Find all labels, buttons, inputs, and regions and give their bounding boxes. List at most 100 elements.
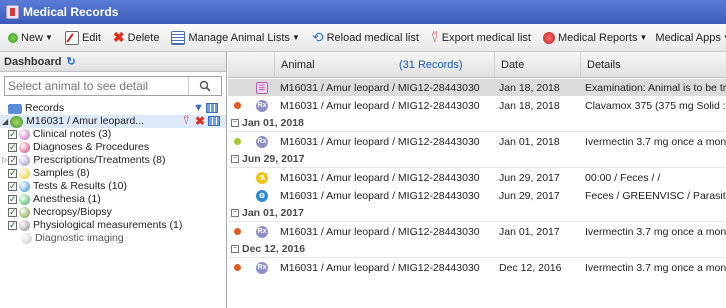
records-node[interactable]: Records ▼ [0,102,226,115]
cell-animal: M16031 / Amur leopard / MIG12-28443030 [280,189,480,202]
manage-animal-lists-button[interactable]: Manage Animal Lists ▼ [167,28,303,48]
rx-icon: Rx [256,261,268,274]
reload-medical-list-button[interactable]: ⟲ Reload medical list [308,28,423,48]
help-icon[interactable]: ↻ [66,55,75,68]
column-animal-header[interactable]: Animal (31 Records) [274,52,476,78]
category-checkbox[interactable] [8,180,17,193]
grid-icon[interactable] [208,116,220,126]
category-item[interactable]: Samples (8) [0,167,226,180]
table-row[interactable]: ☰ M16031 / Amur leopard / MIG12-28443030 J… [228,79,726,96]
date-group-header[interactable]: − Jun 29, 2017 [228,151,726,168]
category-checkbox[interactable] [8,128,17,141]
title-bar: Medical Records [0,0,726,24]
date-group-header[interactable]: − Dec 12, 2016 [228,241,726,258]
date-group-header[interactable]: − Jan 01, 2017 [228,205,726,222]
collapse-icon[interactable]: − [231,155,239,163]
remove-icon[interactable]: ✖ [195,115,205,128]
cell-animal: M16031 / Amur leopard / MIG12-28443030 [280,81,480,94]
patient-node[interactable]: ◢ M16031 / Amur leopard... ⍢ ✖ [0,115,226,128]
rx-icon: Rx [256,135,268,148]
collapse-icon[interactable]: − [231,245,239,253]
table-row[interactable]: ⚗ M16031 / Amur leopard / MIG12-28443030 J… [228,169,726,186]
expand-arrow-icon[interactable]: ▷ [2,154,7,167]
table-row[interactable]: Rx M16031 / Amur leopard / MIG12-28443030… [228,133,726,150]
category-checkbox[interactable] [8,154,18,167]
date-group-header[interactable]: − Jan 01, 2018 [228,115,726,132]
folder-icon [8,103,22,114]
collapse-arrow-icon[interactable]: ◢ [2,115,8,128]
anesthesia-icon [19,194,30,205]
cell-date: Jan 01, 2018 [499,135,560,148]
delete-button[interactable]: ✖ Delete [109,28,164,48]
grid-icon[interactable] [206,103,218,113]
medical-apps-button[interactable]: Medical Apps▼ [651,28,726,48]
new-icon [8,32,18,43]
table-row[interactable]: Rx M16031 / Amur leopard / MIG12-28443030… [228,97,726,114]
animal-search [4,76,222,96]
category-label: Tests & Results (10) [33,180,127,192]
cell-date: Jan 01, 2017 [499,225,560,238]
cell-details: Ivermectin 3.7 mg once a mon [585,261,726,274]
category-checkbox[interactable] [8,167,17,180]
group-label: Jan 01, 2017 [242,207,304,219]
group-label: Jan 01, 2018 [242,117,304,129]
category-item[interactable]: Necropsy/Biopsy [0,206,226,219]
category-checkbox[interactable] [8,141,17,154]
collapse-icon[interactable]: − [231,119,239,127]
table-row[interactable]: ⚙ M16031 / Amur leopard / MIG12-28443030 J… [228,187,726,204]
records-grid: Animal (31 Records) Date Details ☰ M16031… [228,52,726,308]
collapse-icon[interactable]: − [231,209,239,217]
category-checkbox[interactable] [8,219,17,232]
table-row[interactable]: Rx M16031 / Amur leopard / MIG12-28443030… [228,223,726,240]
table-row[interactable]: Rx M16031 / Amur leopard / MIG12-28443030… [228,259,726,276]
imaging-icon [21,233,32,244]
animal-icon [10,115,24,128]
col-date-label: Date [501,59,525,71]
medical-reports-button[interactable]: Medical Reports ▼ [539,28,651,48]
column-date-header[interactable]: Date [494,52,580,78]
cell-date: Jun 29, 2017 [499,171,560,184]
cell-animal: M16031 / Amur leopard / MIG12-28443030 [280,261,480,274]
diagnoses-icon [19,142,30,153]
category-checkbox[interactable] [8,193,17,206]
category-item[interactable]: Diagnostic imaging [0,232,226,245]
grid-header: Animal (31 Records) Date Details [228,52,726,78]
category-item[interactable]: Diagnoses & Procedures [0,141,226,154]
column-details-header[interactable]: Details [580,52,726,78]
pin-icon[interactable]: ⍢ [183,115,190,128]
cell-details: Examination: Animal is to be tr [585,81,726,94]
app-title: Medical Records [23,5,119,19]
tests-icon [19,181,30,192]
clinical-notes-icon [19,129,30,140]
animal-search-input[interactable] [5,79,188,93]
category-item[interactable]: Physiological measurements (1) [0,219,226,232]
cell-animal: M16031 / Amur leopard / MIG12-28443030 [280,225,480,238]
category-checkbox[interactable] [8,206,17,219]
col-animal-label: Animal [281,59,315,71]
chevron-down-icon: ▼ [639,33,648,42]
export-label: Export medical list [441,31,531,44]
category-item[interactable]: Tests & Results (10) [0,180,226,193]
rx-icon [19,155,31,166]
apps-label: Medical Apps [655,31,721,44]
category-item[interactable]: Clinical notes (3) [0,128,226,141]
category-item[interactable]: ▷ Prescriptions/Treatments (8) [0,154,226,167]
col-details-label: Details [587,59,621,71]
patient-label: M16031 / Amur leopard... [26,115,145,127]
cell-date: Jun 29, 2017 [499,189,560,202]
category-label: Physiological measurements (1) [33,219,183,231]
new-label: New [21,31,44,44]
new-button[interactable]: New ▼ [4,28,57,48]
cell-details: Clavamox 375 (375 mg Solid : [585,99,726,112]
cell-details: 00:00 / Feces / / [585,171,661,184]
cell-animal: M16031 / Amur leopard / MIG12-28443030 [280,171,480,184]
export-medical-list-button[interactable]: ⍢ Export medical list [427,28,535,48]
toolbar: New ▼ Edit ✖ Delete Manage Animal Lists ▼ … [0,24,726,52]
search-icon[interactable] [187,77,221,95]
medical-records-icon [6,5,19,19]
edit-button[interactable]: Edit [61,28,105,48]
chevron-down-icon: ▼ [45,33,53,42]
category-item[interactable]: Anesthesia (1) [0,193,226,206]
category-label: Clinical notes (3) [33,128,112,140]
records-count: (31 Records) [399,59,463,71]
